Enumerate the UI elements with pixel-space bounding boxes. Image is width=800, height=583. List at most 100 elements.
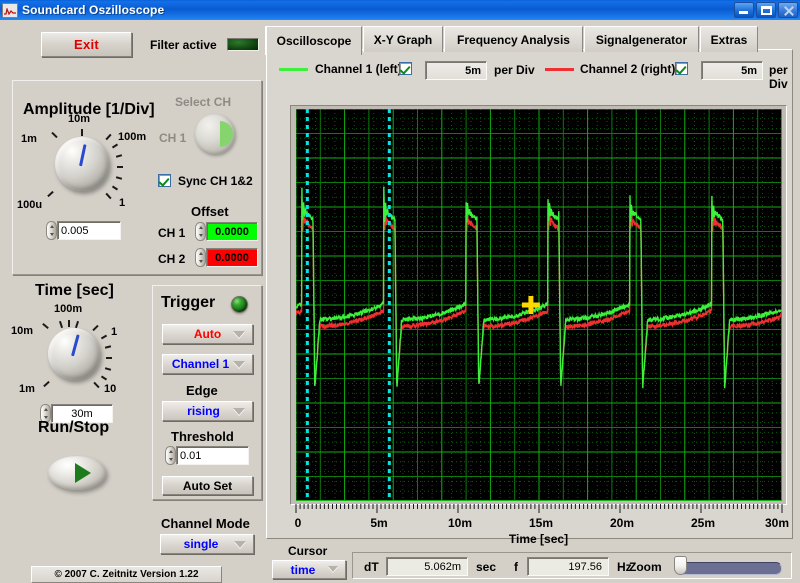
knob-tick <box>104 345 112 349</box>
channel-mode-dropdown[interactable]: single <box>160 534 254 554</box>
f-label: f <box>514 560 518 574</box>
dt-unit: sec <box>476 560 497 574</box>
zoom-slider-thumb[interactable] <box>674 556 687 575</box>
cursor-mode-value: time <box>290 562 316 577</box>
knob-tick <box>105 192 112 200</box>
play-icon <box>75 463 91 483</box>
window-title: Soundcard Oszilloscope <box>22 3 165 17</box>
dt-value: 5.062m <box>386 557 468 576</box>
chevron-down-icon <box>233 331 245 338</box>
time-knob-label-1: 1 <box>111 326 118 338</box>
maximize-button[interactable] <box>756 2 776 18</box>
time-knob[interactable] <box>48 328 100 380</box>
run-stop-button[interactable] <box>48 456 106 490</box>
threshold-field[interactable]: 0.01 <box>165 446 249 465</box>
window-controls <box>734 2 798 18</box>
offset-ch1-label: CH 1 <box>158 226 186 240</box>
amplitude-spinner[interactable] <box>46 221 57 240</box>
sync-ch-checkbox[interactable] <box>158 174 171 187</box>
chevron-down-icon <box>233 408 245 415</box>
select-ch-toggle[interactable] <box>195 114 235 154</box>
trigger-edge-value: rising <box>187 404 220 418</box>
amplitude-knob-label-1: 1 <box>119 197 126 209</box>
channel-2-enable-checkbox[interactable] <box>675 62 688 75</box>
toggle-indicator <box>220 121 233 147</box>
knob-tick <box>100 375 108 381</box>
threshold-label: Threshold <box>171 429 234 444</box>
trigger-source-value: Channel 1 <box>171 357 230 371</box>
tab-signalgenerator[interactable]: Signalgenerator <box>584 26 699 52</box>
channel-1-per-div-value[interactable]: 5m <box>425 61 487 80</box>
x-axis-ticks <box>295 504 783 513</box>
knob-tick <box>111 185 119 191</box>
x-tick-label-5m: 5m <box>370 516 388 530</box>
minimize-button[interactable] <box>734 2 754 18</box>
offset-ch2-field[interactable]: 0.0000 <box>195 248 258 267</box>
channel-1-per-div-label: per Div <box>494 63 535 77</box>
knob-tick <box>106 357 112 359</box>
knob-tick <box>104 367 112 371</box>
channel-2-per-div-value[interactable]: 5m <box>701 61 763 80</box>
tab-frequency-analysis[interactable]: Frequency Analysis <box>444 26 583 52</box>
trigger-edge-label: Edge <box>186 383 218 398</box>
knob-tick <box>115 154 123 158</box>
oscilloscope-plot[interactable] <box>296 109 782 501</box>
trigger-source-dropdown[interactable]: Channel 1 <box>162 354 253 374</box>
waveform-canvas <box>296 109 782 501</box>
app-icon <box>2 2 18 18</box>
sync-ch-label: Sync CH 1&2 <box>178 174 253 188</box>
offset-ch2-spinner[interactable] <box>195 248 206 267</box>
offset-ch1-field[interactable]: 0.0000 <box>195 222 258 241</box>
x-axis-title: Time [sec] <box>508 532 569 546</box>
knob-tick <box>58 320 64 329</box>
amplitude-knob[interactable] <box>55 137 109 191</box>
knob-tick <box>74 320 80 329</box>
copyright-bar: © 2007 C. Zeitnitz Version 1.22 <box>31 566 222 583</box>
channel-2-color-swatch <box>545 68 574 71</box>
cursor-label: Cursor <box>288 544 328 558</box>
title-bar: Soundcard Oszilloscope <box>0 0 800 20</box>
threshold-spinner[interactable] <box>165 446 176 465</box>
time-knob-label-10: 10 <box>104 383 117 395</box>
knob-tick <box>81 129 83 136</box>
trigger-edge-dropdown[interactable]: rising <box>162 401 253 421</box>
amplitude-panel: Amplitude [1/Div] 10m 1m 100m 1 100u 0.0… <box>12 80 262 275</box>
tab-extras[interactable]: Extras <box>700 26 758 52</box>
auto-set-button[interactable]: Auto Set <box>162 476 253 495</box>
chevron-down-icon <box>233 361 245 368</box>
knob-tick <box>111 143 119 149</box>
amplitude-knob-label-100u: 100u <box>17 199 43 211</box>
trigger-panel: Trigger Auto Channel 1 Edge rising Thres… <box>152 285 262 500</box>
tab-strip: Oscilloscope X-Y Graph Frequency Analysi… <box>266 26 793 56</box>
cursor-mode-dropdown[interactable]: time <box>272 560 346 579</box>
x-tick-label-15m: 15m <box>528 516 554 530</box>
zoom-label: Zoom <box>629 560 662 574</box>
offset-ch1-value[interactable]: 0.0000 <box>206 222 258 241</box>
chevron-down-icon <box>234 541 246 548</box>
exit-button[interactable]: Exit <box>41 32 132 57</box>
tab-xy-graph[interactable]: X-Y Graph <box>363 26 443 52</box>
amplitude-knob-label-100m: 100m <box>118 131 147 143</box>
dt-label: dT <box>364 560 379 574</box>
chevron-down-icon <box>328 566 338 572</box>
amplitude-value-field[interactable]: 0.005 <box>46 221 121 240</box>
time-knob-label-100m: 100m <box>54 303 83 315</box>
tab-oscilloscope[interactable]: Oscilloscope <box>266 26 362 55</box>
knob-tick <box>68 320 70 327</box>
amplitude-knob-label-10m: 10m <box>68 113 91 125</box>
knob-tick <box>42 322 49 330</box>
filter-active-led[interactable] <box>227 38 259 51</box>
trigger-title: Trigger <box>161 294 216 311</box>
channel-1-enable-checkbox[interactable] <box>399 62 412 75</box>
offset-ch2-value[interactable]: 0.0000 <box>206 248 258 267</box>
trigger-mode-dropdown[interactable]: Auto <box>162 324 253 344</box>
run-stop-label: Run/Stop <box>38 419 110 436</box>
channel-1-color-swatch <box>279 68 308 71</box>
amplitude-value[interactable]: 0.005 <box>57 221 121 240</box>
threshold-value[interactable]: 0.01 <box>176 446 249 465</box>
offset-ch1-spinner[interactable] <box>195 222 206 241</box>
close-button[interactable] <box>778 2 798 18</box>
channel-mode-value: single <box>183 537 219 551</box>
filter-active-label: Filter active <box>150 38 217 52</box>
oscilloscope-wave-icon <box>4 7 16 15</box>
